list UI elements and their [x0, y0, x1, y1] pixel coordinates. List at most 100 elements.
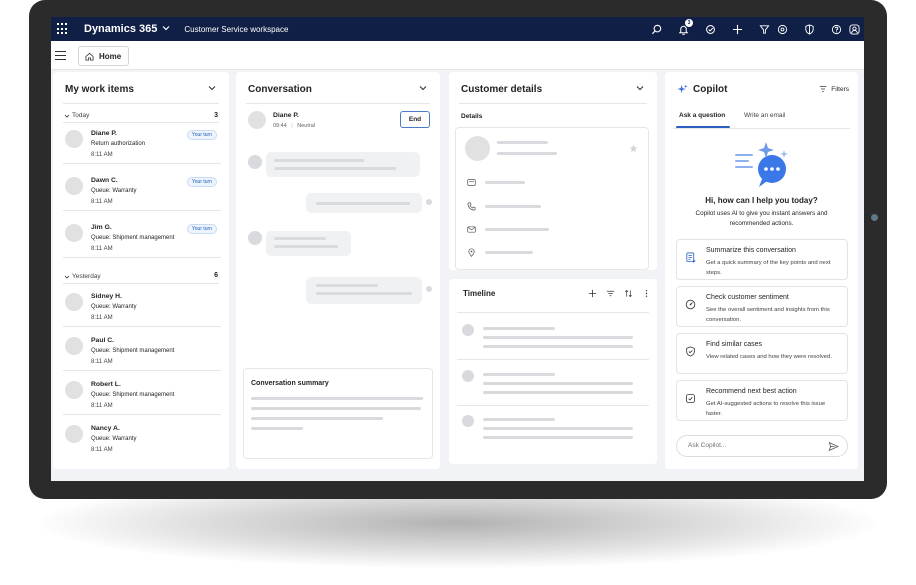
work-item-row[interactable]: Robert L. Queue: Shipment management 8:1… — [63, 374, 221, 415]
contact-sentiment: Neutral — [297, 123, 315, 129]
work-item-name: Dawn C. — [91, 177, 118, 184]
avatar — [65, 130, 83, 148]
avatar — [65, 177, 83, 195]
conversation-summary-title: Conversation summary — [251, 380, 329, 387]
suggestion-check-sentiment[interactable]: Check customer sentiment See the overall… — [676, 286, 848, 327]
your-turn-badge: Your turn — [186, 130, 217, 140]
notifications-bell-icon[interactable]: 3 — [677, 19, 693, 35]
tab-home[interactable]: Home — [78, 46, 129, 66]
end-conversation-button[interactable]: End — [400, 111, 430, 128]
summary-document-icon — [685, 252, 696, 263]
work-item-row[interactable]: Jim G. Queue: Shipment management 8:11 A… — [63, 217, 221, 258]
suggestion-find-similar-cases[interactable]: Find similar cases View related cases an… — [676, 333, 848, 374]
filter-icon[interactable] — [606, 289, 615, 298]
copilot-title: Copilot — [693, 84, 728, 95]
shield-icon[interactable] — [803, 23, 815, 35]
message-status-dot — [426, 286, 432, 292]
app-name[interactable]: Dynamics 365 — [84, 23, 157, 35]
section-yesterday-toggle[interactable]: Yesterday — [64, 273, 101, 280]
work-item-row[interactable]: Sidney H. Queue: Warranty 8:11 AM — [63, 286, 221, 327]
ask-copilot-input[interactable]: Ask Copilot... — [676, 435, 848, 457]
sort-icon[interactable] — [624, 289, 633, 298]
section-label: Today — [72, 112, 90, 119]
message-bubble — [266, 231, 351, 256]
timeline-title: Timeline — [463, 289, 496, 298]
settings-gear-icon[interactable] — [776, 23, 788, 35]
timeline-item-dot — [462, 324, 474, 336]
work-items-panel: My work items Today 3 Diane P. Return au… — [53, 72, 229, 469]
plus-icon[interactable] — [588, 289, 597, 298]
message-bubble — [266, 152, 420, 177]
suggestion-description: View related cases and how they were res… — [706, 354, 832, 360]
section-count: 3 — [214, 112, 218, 119]
customer-details-title: Customer details — [461, 84, 543, 95]
suggestion-title: Recommend next best action — [706, 388, 797, 395]
customer-details-panel: Customer details Details Timeline — [449, 72, 657, 469]
customer-details-card — [455, 127, 649, 270]
suggestion-title: Summarize this conversation — [706, 247, 796, 254]
timeline-toolbar — [579, 289, 651, 298]
work-item-row[interactable]: Diane P. Return authorization 8:11 AM Yo… — [63, 123, 221, 164]
workspace-name: Customer Service workspace — [184, 24, 289, 34]
tab-ask-a-question[interactable]: Ask a question — [679, 112, 725, 119]
suggestion-summarize-conversation[interactable]: Summarize this conversation Get a quick … — [676, 239, 848, 280]
chevron-down-icon[interactable] — [419, 84, 427, 92]
chevron-down-icon[interactable] — [162, 24, 170, 34]
suggestion-description: Get AI-suggested actions to resolve this… — [706, 401, 826, 417]
copilot-greeting: Hi, how can I help you today? — [705, 196, 818, 205]
chevron-down-icon[interactable] — [636, 84, 644, 92]
avatar — [65, 425, 83, 443]
work-item-row[interactable]: Nancy A. Queue: Warranty 8:11 AM — [63, 418, 221, 459]
conversation-panel: Conversation Diane P. 09:44 | Neutral En… — [236, 72, 440, 469]
section-label: Yesterday — [72, 273, 101, 280]
copilot-sparkle-icon — [677, 84, 688, 94]
action-shield-icon — [685, 393, 696, 404]
chevron-down-icon — [64, 114, 70, 118]
work-item-detail: Queue: Shipment management — [91, 348, 175, 354]
avatar — [65, 337, 83, 355]
target-icon[interactable] — [704, 23, 716, 35]
chevron-down-icon[interactable] — [208, 84, 216, 92]
suggestion-title: Find similar cases — [706, 341, 763, 348]
chat-bubble-sparkle-icon — [735, 142, 788, 187]
section-today-toggle[interactable]: Today — [64, 112, 89, 119]
work-item-detail: Queue: Warranty — [91, 436, 137, 442]
filter-icon[interactable] — [758, 23, 770, 35]
suggestion-next-best-action[interactable]: Recommend next best action Get AI-sugges… — [676, 380, 848, 421]
copilot-description: Copilot uses AI to give you instant answ… — [695, 210, 828, 227]
avatar — [65, 381, 83, 399]
help-icon[interactable] — [830, 23, 842, 35]
chevron-down-icon — [64, 275, 70, 279]
location-pin-icon — [467, 248, 476, 257]
details-label: Details — [461, 113, 483, 120]
work-item-row[interactable]: Paul C. Queue: Shipment management 8:11 … — [63, 330, 221, 371]
work-item-detail: Return authorization — [91, 141, 146, 147]
contact-time: 09:44 — [273, 123, 287, 129]
work-item-row[interactable]: Dawn C. Queue: Warranty 8:11 AM Your tur… — [63, 170, 221, 211]
message-status-dot — [426, 199, 432, 205]
filters-button[interactable]: Filters — [819, 85, 849, 93]
send-icon[interactable] — [828, 441, 839, 452]
user-avatar-icon[interactable] — [848, 23, 860, 35]
work-item-detail: Queue: Shipment management — [91, 392, 175, 398]
search-icon[interactable] — [650, 23, 662, 35]
timeline-card: Timeline — [449, 279, 657, 464]
copilot-panel: Copilot Filters Ask a question Write an … — [665, 72, 858, 469]
app-launcher-icon[interactable] — [57, 23, 69, 35]
more-options-icon[interactable] — [642, 289, 651, 298]
tab-write-an-email[interactable]: Write an email — [744, 112, 785, 119]
work-item-name: Robert L. — [91, 381, 121, 388]
your-turn-badge: Your turn — [186, 224, 217, 234]
plus-icon[interactable] — [731, 23, 743, 35]
hamburger-menu-icon[interactable] — [55, 51, 66, 60]
notification-count-badge: 3 — [685, 19, 693, 27]
conversation-title: Conversation — [248, 84, 312, 95]
contact-meta: 09:44 | Neutral — [273, 123, 315, 129]
filter-icon — [820, 86, 827, 92]
conversation-summary-card: Conversation summary — [243, 368, 433, 459]
app-screen: Dynamics 365 Customer Service workspace … — [51, 17, 864, 481]
work-item-name: Paul C. — [91, 337, 115, 344]
suggestion-description: See the overall sentiment and insights f… — [706, 307, 830, 323]
star-icon[interactable] — [629, 144, 638, 153]
work-item-time: 8:11 AM — [91, 199, 113, 205]
